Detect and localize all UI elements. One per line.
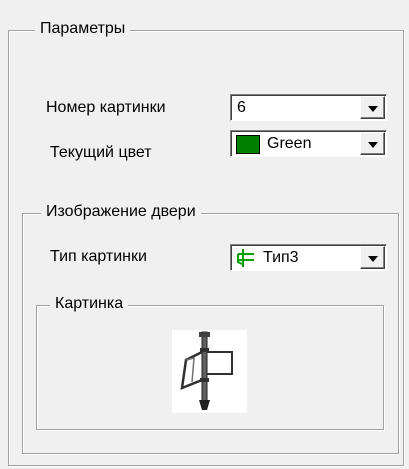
chevron-down-icon[interactable] [360, 246, 385, 269]
chevron-down-icon[interactable] [360, 96, 385, 119]
picture-number-label: Номер картинки [46, 99, 166, 116]
picture-type-label: Тип картинки [50, 248, 147, 265]
current-color-label: Текущий цвет [50, 144, 152, 161]
picture-number-dropdown[interactable]: 6 [230, 94, 387, 121]
picture-type-dropdown[interactable]: Тип3 [230, 244, 387, 271]
door-picture-preview [172, 330, 247, 413]
current-color-value: Green [267, 135, 312, 152]
current-color-dropdown[interactable]: Green [230, 130, 387, 157]
picture-type-value: Тип3 [263, 249, 299, 266]
color-swatch [236, 135, 260, 154]
params-group-title: Параметры [35, 19, 131, 39]
door-picture-icon [172, 330, 247, 418]
picture-number-value: 6 [237, 99, 246, 116]
door-image-group-title: Изображение двери [41, 202, 201, 222]
door-type-icon [236, 248, 258, 268]
chevron-down-icon[interactable] [360, 132, 385, 155]
picture-group-title: Картинка [50, 294, 129, 314]
